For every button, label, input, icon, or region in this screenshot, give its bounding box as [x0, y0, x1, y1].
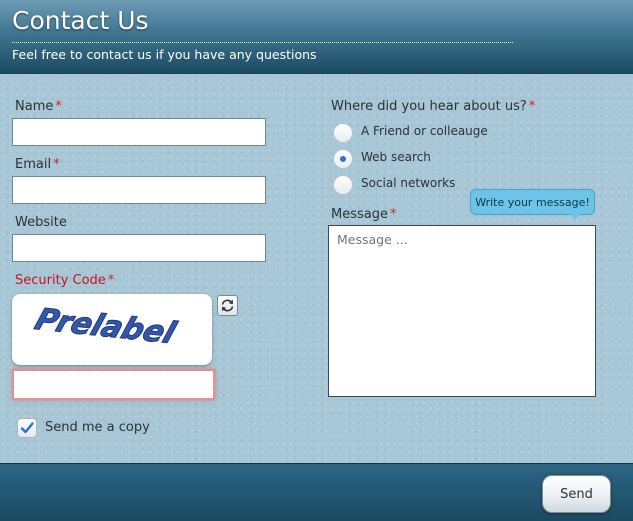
captcha-refresh-button[interactable] [217, 295, 238, 316]
hear-about-label: Where did you hear about us? * [331, 99, 536, 114]
form-footer [0, 463, 633, 521]
send-copy-checkbox[interactable] [17, 418, 37, 438]
captcha-text: Prelabel [31, 303, 181, 351]
email-label: Email * [15, 157, 60, 172]
security-code-input[interactable] [12, 369, 215, 400]
radio-web-search[interactable] [333, 149, 353, 169]
required-marker: * [107, 273, 115, 288]
required-marker: * [53, 157, 60, 172]
send-button[interactable]: Send [542, 475, 611, 513]
message-textarea[interactable] [328, 225, 596, 397]
send-copy-label: Send me a copy [45, 420, 150, 435]
message-tooltip: Write your message! [470, 189, 595, 215]
captcha-graphic: Prelabel [30, 302, 181, 351]
security-code-label: Security Code * [15, 273, 115, 288]
captcha-image: Prelabel [12, 294, 212, 365]
checkmark-icon [20, 422, 34, 434]
website-label: Website [15, 215, 67, 230]
name-input[interactable] [12, 118, 266, 146]
email-input[interactable] [12, 176, 266, 204]
message-label: Message * [331, 207, 397, 222]
required-marker: * [389, 207, 397, 222]
radio-social-networks[interactable] [333, 175, 353, 195]
name-label: Name * [15, 99, 62, 114]
title-divider [12, 42, 513, 43]
required-marker: * [528, 99, 536, 114]
page-subtitle: Feel free to contact us if you have any … [12, 47, 317, 62]
radio-label-friend-colleague: A Friend or colleauge [361, 124, 488, 138]
radio-label-social-networks: Social networks [361, 176, 456, 190]
radio-friend-colleague[interactable] [333, 123, 353, 143]
required-marker: * [55, 99, 62, 114]
tooltip-arrow [570, 214, 580, 220]
page-title: Contact Us [12, 6, 149, 35]
form-header: Contact Us Feel free to contact us if yo… [0, 0, 633, 74]
refresh-icon [221, 299, 234, 312]
radio-selected-dot [340, 156, 346, 162]
radio-label-web-search: Web search [361, 150, 431, 164]
website-input[interactable] [12, 234, 266, 262]
